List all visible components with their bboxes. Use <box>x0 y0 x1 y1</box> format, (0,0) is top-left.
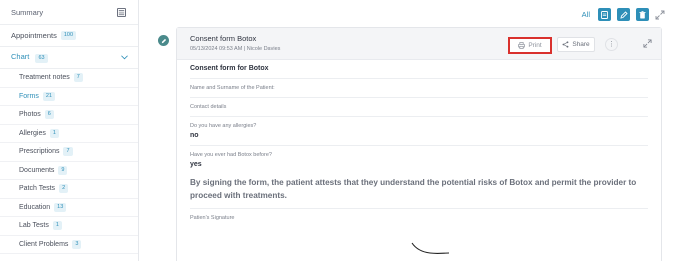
field-contact-details: Contact details <box>190 104 227 110</box>
sidebar-item-patch-tests[interactable]: Patch Tests 2 <box>0 180 138 199</box>
sidebar-item-lab-tests[interactable]: Lab Tests 1 <box>0 217 138 236</box>
top-action-bar: All <box>582 8 665 21</box>
count-badge: 3 <box>72 239 82 249</box>
signature-image <box>411 242 450 254</box>
sidebar-item-label: Treatment notes <box>19 74 70 82</box>
question-botox-before: Have you ever had Botox before? <box>190 152 272 158</box>
notes-button[interactable] <box>598 8 611 21</box>
divider <box>190 97 648 98</box>
sidebar-item-allergies[interactable]: Allergies 1 <box>0 125 138 143</box>
sidebar-item-label: Education <box>19 203 51 211</box>
count-badge: 21 <box>42 91 55 101</box>
trash-icon <box>639 10 646 18</box>
count-badge: 1 <box>49 128 59 138</box>
print-button[interactable]: Print <box>508 37 552 54</box>
more-options-button[interactable]: ⋮ <box>605 38 618 51</box>
expand-icon[interactable] <box>655 10 665 20</box>
sidebar-item-label: Lab Tests <box>19 222 49 230</box>
sidebar-item-label: Documents <box>19 166 55 174</box>
chart-label: Chart <box>11 52 30 61</box>
divider <box>190 208 648 209</box>
clipboard-icon <box>601 10 608 19</box>
print-label: Print <box>528 42 542 49</box>
sidebar: Summary Appointments 100 Chart 63 Treatm… <box>0 0 139 261</box>
pen-button[interactable] <box>617 8 630 21</box>
divider <box>190 116 648 117</box>
calculator-icon[interactable] <box>117 7 126 17</box>
appointments-count-badge: 100 <box>60 31 77 40</box>
share-button[interactable]: Share <box>557 37 595 52</box>
card-meta: 05/13/2024 09:53 AM | Nicole Davies <box>190 46 281 52</box>
count-badge: 7 <box>63 147 73 157</box>
sidebar-summary-row[interactable]: Summary <box>0 0 138 25</box>
consent-statement: By signing the form, the patient attests… <box>190 178 637 200</box>
card-title: Consent form Botox <box>190 34 257 43</box>
sidebar-item-label: Allergies <box>19 129 46 137</box>
sidebar-item-forms[interactable]: Forms 21 <box>0 88 138 106</box>
signature-area <box>190 221 648 261</box>
chevron-down-icon[interactable] <box>121 55 128 60</box>
sidebar-item-photos[interactable]: Photos 6 <box>0 106 138 125</box>
share-icon <box>562 41 569 48</box>
count-badge: 13 <box>54 202 67 212</box>
sidebar-item-label: Client Problems <box>19 240 69 248</box>
question-allergies: Do you have any allergies? <box>190 123 257 129</box>
count-badge: 2 <box>59 184 69 194</box>
timeline-marker <box>158 35 169 46</box>
sidebar-item-appointments[interactable]: Appointments 100 <box>0 25 138 47</box>
field-patient-name: Name and Surname of the Patient: <box>190 85 275 91</box>
pen-icon <box>619 10 628 19</box>
answer-allergies: no <box>190 132 199 139</box>
share-label: Share <box>572 41 590 48</box>
collapse-icon[interactable] <box>643 39 652 48</box>
printer-icon <box>518 42 526 49</box>
appointments-label: Appointments <box>11 31 57 40</box>
card-header: Consent form Botox 05/13/2024 09:53 AM |… <box>177 28 661 60</box>
chart-sublist: Treatment notes 7 Forms 21 Photos 6 Allergi… <box>0 69 138 254</box>
all-filter-link[interactable]: All <box>582 10 590 19</box>
form-name: Consent form for Botox <box>190 65 269 72</box>
count-badge: 7 <box>73 73 83 83</box>
form-card: Consent form Botox 05/13/2024 09:53 AM |… <box>176 27 662 261</box>
sidebar-item-education[interactable]: Education 13 <box>0 199 138 217</box>
delete-button[interactable] <box>636 8 649 21</box>
divider <box>190 78 648 79</box>
form-body: Consent form for Botox Name and Surname … <box>177 60 661 261</box>
sidebar-item-client-problems[interactable]: Client Problems 3 <box>0 236 138 254</box>
count-badge: 6 <box>44 110 54 120</box>
count-badge: 9 <box>58 165 68 175</box>
sidebar-item-label: Forms <box>19 92 39 100</box>
sidebar-item-label: Prescriptions <box>19 148 60 156</box>
sidebar-item-treatment-notes[interactable]: Treatment notes 7 <box>0 69 138 88</box>
pencil-icon <box>161 38 166 43</box>
chart-count-badge: 63 <box>35 54 48 63</box>
sidebar-item-documents[interactable]: Documents 9 <box>0 162 138 180</box>
answer-botox-before: yes <box>190 161 202 168</box>
sidebar-item-label: Patch Tests <box>19 185 56 193</box>
sidebar-item-prescriptions[interactable]: Prescriptions 7 <box>0 143 138 162</box>
count-badge: 1 <box>52 221 62 231</box>
summary-label: Summary <box>11 7 44 17</box>
sidebar-item-label: Photos <box>19 111 41 119</box>
sidebar-item-chart[interactable]: Chart 63 <box>0 47 138 69</box>
divider <box>190 145 648 146</box>
more-icon: ⋮ <box>608 41 615 48</box>
